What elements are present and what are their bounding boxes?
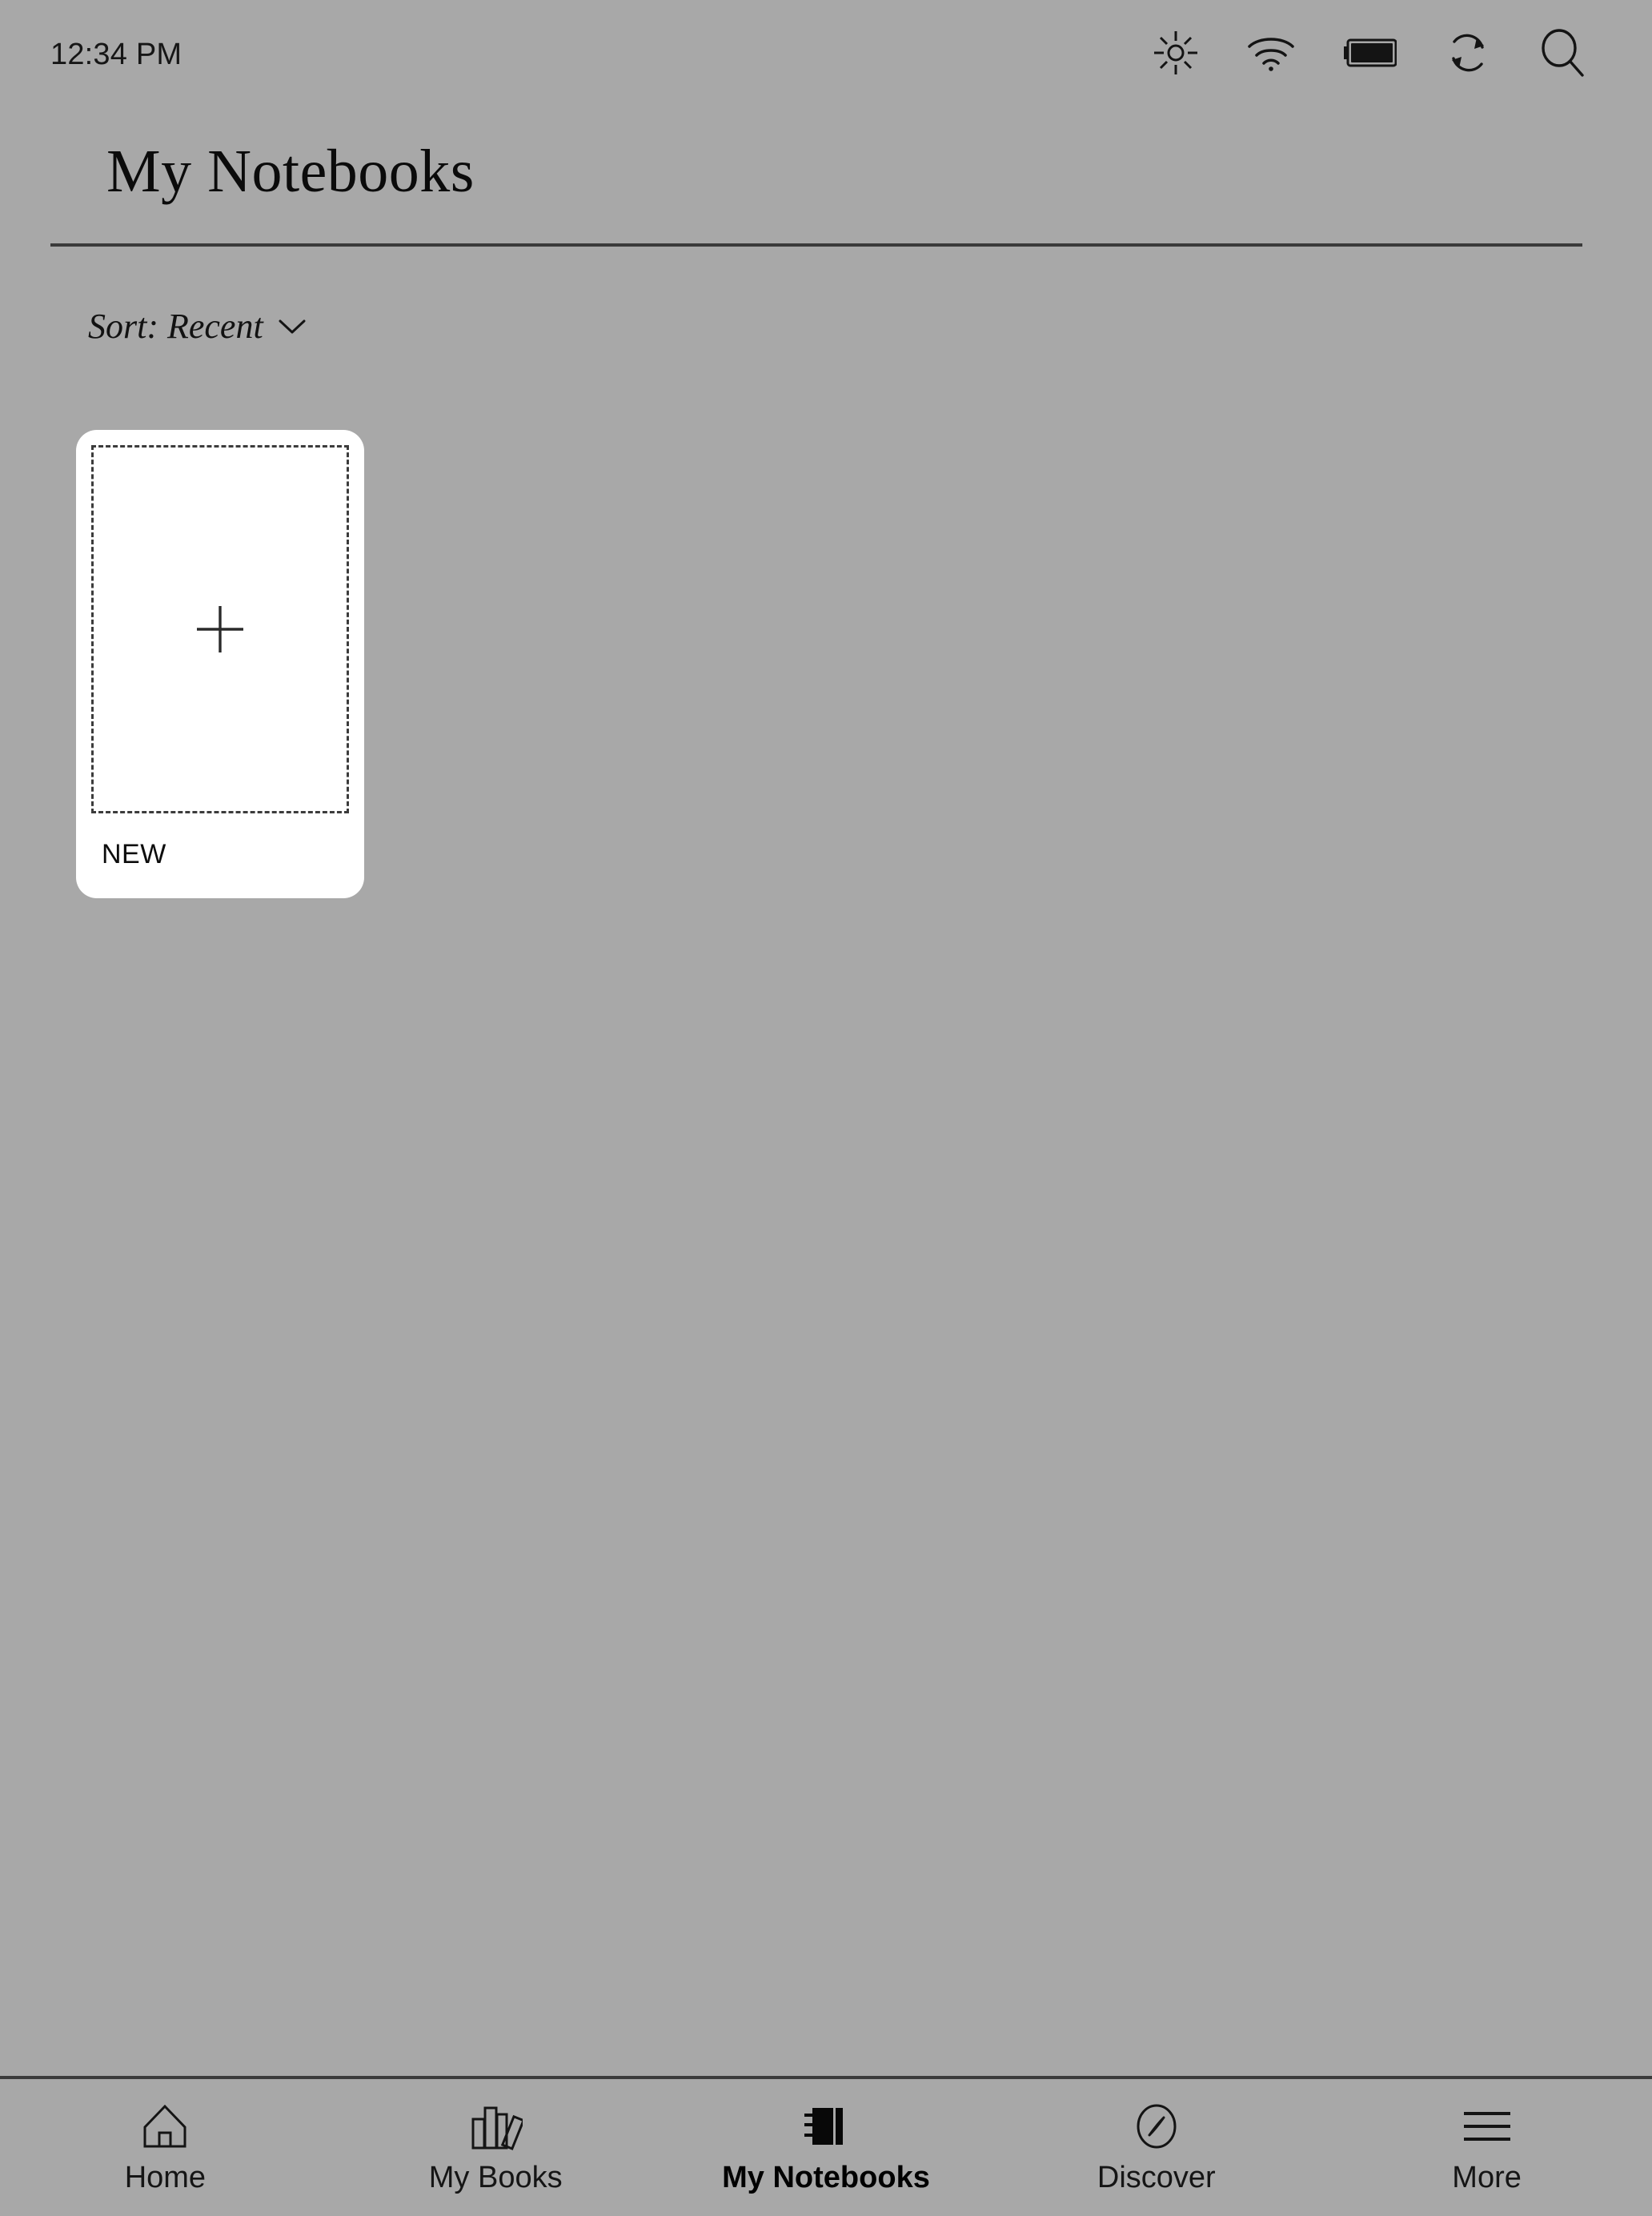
chevron-down-icon[interactable] xyxy=(278,318,307,335)
sort-control[interactable]: Sort: Recent xyxy=(88,309,307,344)
nav-item-my-books[interactable]: My Books xyxy=(331,2079,661,2193)
new-notebook-card[interactable]: NEW xyxy=(76,430,364,898)
status-bar-icon-group xyxy=(1153,29,1602,77)
notebook-grid: NEW xyxy=(76,430,364,898)
nav-label-home: Home xyxy=(124,2161,206,2194)
header-divider xyxy=(50,243,1582,247)
nav-item-discover[interactable]: Discover xyxy=(991,2079,1321,2193)
page-title: My Notebooks xyxy=(106,138,475,205)
nav-label-my-notebooks: My Notebooks xyxy=(722,2161,930,2194)
sync-icon[interactable] xyxy=(1445,30,1491,76)
nav-item-more[interactable]: More xyxy=(1321,2079,1652,2193)
wifi-icon[interactable] xyxy=(1246,34,1296,72)
nav-label-my-books: My Books xyxy=(428,2161,563,2194)
home-icon xyxy=(140,2100,190,2153)
bottom-navigation-bar: Home My Books My Notebooks Discover More xyxy=(0,2076,1652,2216)
nav-item-home[interactable]: Home xyxy=(0,2079,331,2193)
plus-icon[interactable] xyxy=(195,604,245,654)
books-icon xyxy=(468,2100,523,2153)
status-bar: 12:34 PM xyxy=(0,0,1652,106)
compass-icon xyxy=(1133,2100,1181,2153)
battery-icon[interactable] xyxy=(1344,38,1397,67)
brightness-icon[interactable] xyxy=(1153,30,1198,75)
status-bar-time: 12:34 PM xyxy=(50,38,182,71)
new-notebook-dashed-area xyxy=(91,445,349,813)
sort-label: Sort: Recent xyxy=(88,307,263,346)
nav-label-more: More xyxy=(1452,2161,1522,2194)
notebook-icon xyxy=(801,2100,851,2153)
search-icon[interactable] xyxy=(1539,29,1586,77)
hamburger-menu-icon xyxy=(1462,2100,1512,2153)
nav-item-my-notebooks[interactable]: My Notebooks xyxy=(661,2079,992,2193)
new-notebook-label: NEW xyxy=(102,839,166,869)
nav-label-discover: Discover xyxy=(1097,2161,1216,2194)
page-header: My Notebooks xyxy=(50,141,1582,247)
